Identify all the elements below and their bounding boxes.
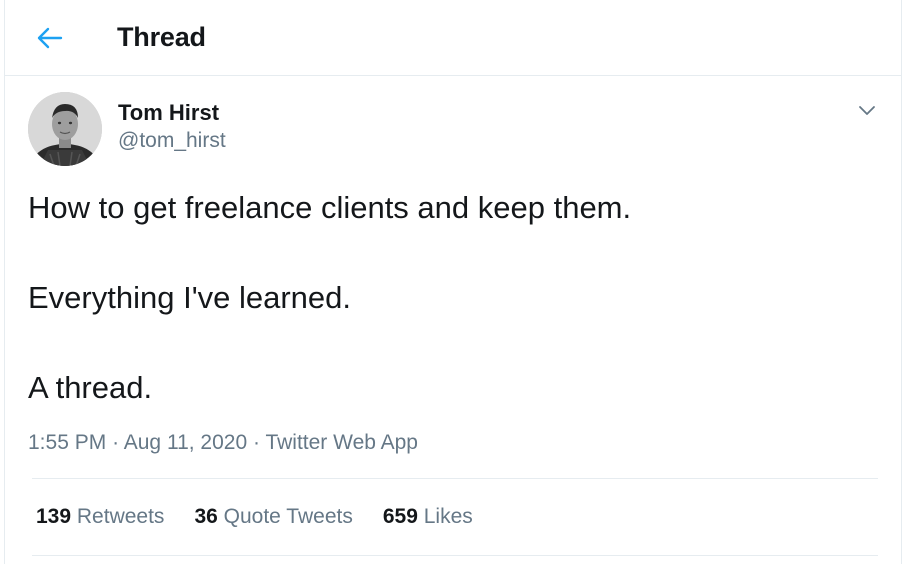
arrow-left-icon: [37, 27, 63, 48]
quote-tweets-stat[interactable]: 36 Quote Tweets: [194, 505, 352, 529]
tweet-menu-button[interactable]: [853, 96, 881, 124]
retweets-stat[interactable]: 139 Retweets: [36, 505, 164, 529]
likes-label: Likes: [423, 505, 473, 528]
likes-stat[interactable]: 659 Likes: [383, 505, 473, 529]
divider: [32, 555, 878, 556]
tweet-author: Tom Hirst @tom_hirst: [28, 76, 878, 166]
retweets-label: Retweets: [76, 505, 165, 528]
tweet-time[interactable]: 1:55 PM: [28, 431, 106, 454]
tweet-meta: 1:55 PM · Aug 11, 2020 · Twitter Web App: [28, 430, 878, 456]
tweet: Tom Hirst @tom_hirst How to get freelanc…: [5, 76, 901, 556]
tweet-stats: 139 Retweets 36 Quote Tweets 659 Likes: [28, 479, 878, 555]
tweet-date[interactable]: Aug 11, 2020: [124, 431, 247, 454]
tweet-text-line: Everything I've learned.: [28, 280, 351, 315]
author-handle[interactable]: @tom_hirst: [118, 127, 226, 155]
quote-tweets-count: 36: [194, 505, 218, 528]
quote-tweets-label: Quote Tweets: [223, 505, 353, 528]
tweet-source[interactable]: Twitter Web App: [265, 431, 418, 454]
user-avatar: [28, 92, 102, 166]
likes-count: 659: [382, 505, 418, 528]
thread-header: Thread: [5, 0, 901, 76]
thread-panel: Thread Tom Hirst @tom_hirst How to get f…: [4, 0, 902, 564]
meta-separator: ·: [112, 431, 120, 454]
page-title: Thread: [117, 22, 206, 52]
chevron-down-icon: [859, 106, 875, 115]
avatar[interactable]: [28, 92, 102, 166]
meta-separator: ·: [252, 431, 260, 454]
back-button[interactable]: [30, 18, 70, 58]
retweets-count: 139: [36, 505, 72, 528]
tweet-text-line: How to get freelance clients and keep th…: [28, 190, 632, 225]
author-name[interactable]: Tom Hirst: [118, 99, 226, 127]
tweet-text-line: A thread.: [28, 370, 153, 405]
tweet-text: How to get freelance clients and keep th…: [28, 190, 878, 406]
